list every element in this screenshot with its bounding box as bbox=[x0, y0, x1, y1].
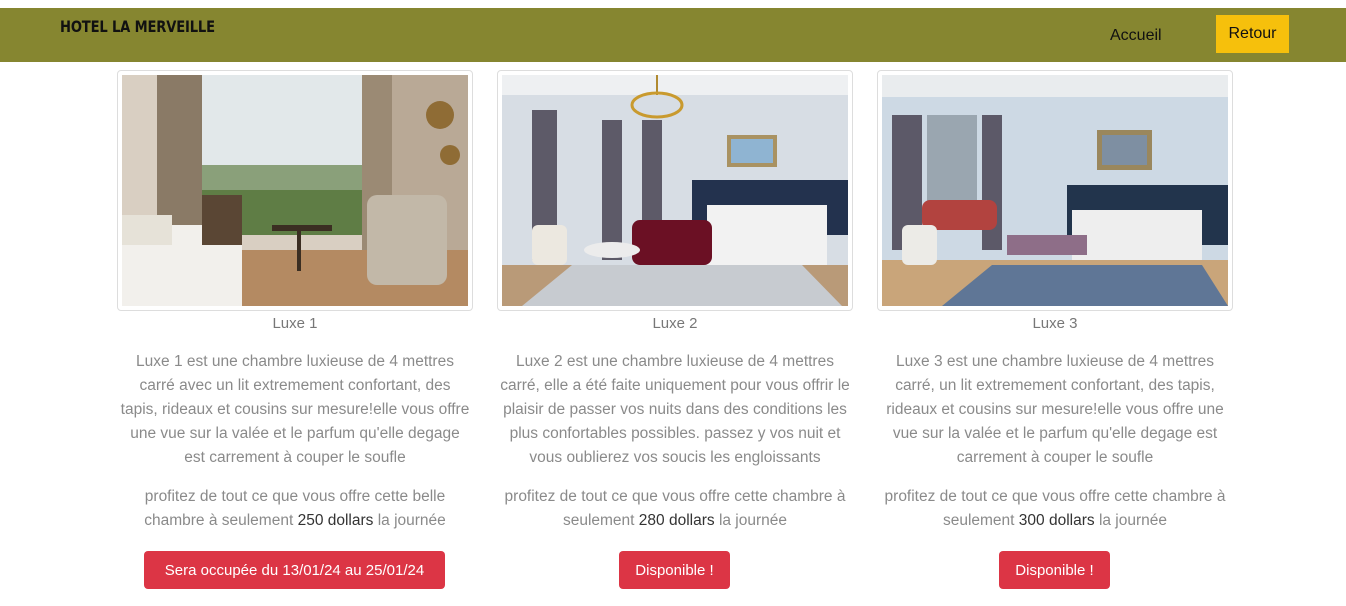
room-description: Luxe 3 est une chambre luxieuse de 4 met… bbox=[886, 353, 1224, 466]
room-price: 250 dollars bbox=[297, 512, 374, 529]
back-button[interactable]: Retour bbox=[1216, 15, 1289, 53]
room-photo-luxe-3 bbox=[882, 75, 1228, 306]
room-photo-luxe-1 bbox=[122, 75, 468, 306]
nav-link-accueil[interactable]: Accueil bbox=[1110, 27, 1162, 45]
room-description: Luxe 1 est une chambre luxieuse de 4 met… bbox=[120, 353, 470, 466]
room-description: Luxe 2 est une chambre luxieuse de 4 met… bbox=[500, 353, 850, 466]
room-offer: profitez de tout ce que vous offre cette… bbox=[877, 485, 1233, 533]
room-status-button-luxe-1[interactable]: Sera occupée du 13/01/24 au 25/01/24 bbox=[144, 551, 445, 589]
navbar: HOTEL LA MERVEILLE Accueil Retour bbox=[0, 8, 1346, 62]
room-title: Luxe 2 bbox=[652, 315, 698, 332]
offer-suffix: la journée bbox=[1098, 512, 1168, 529]
room-image-frame bbox=[497, 70, 853, 311]
offer-suffix: la journée bbox=[377, 512, 446, 529]
room-offer: profitez de tout ce que vous offre cette… bbox=[117, 485, 473, 533]
room-card-luxe-2: Luxe 2 Luxe 2 est une chambre luxieuse d… bbox=[497, 70, 853, 533]
offer-suffix: la journée bbox=[718, 512, 788, 529]
room-offer: profitez de tout ce que vous offre cette… bbox=[497, 485, 853, 533]
room-card-luxe-1: Luxe 1 Luxe 1 est une chambre luxieuse d… bbox=[117, 70, 473, 533]
room-image-frame bbox=[877, 70, 1233, 311]
room-title: Luxe 1 bbox=[272, 315, 318, 332]
room-card-luxe-3: Luxe 3 Luxe 3 est une chambre luxieuse d… bbox=[877, 70, 1233, 533]
room-title: Luxe 3 bbox=[1032, 315, 1078, 332]
room-price: 280 dollars bbox=[638, 512, 715, 529]
brand-logo[interactable]: HOTEL LA MERVEILLE bbox=[60, 17, 215, 36]
room-price: 300 dollars bbox=[1018, 512, 1095, 529]
room-photo-luxe-2 bbox=[502, 75, 848, 306]
room-status-button-luxe-2[interactable]: Disponible ! bbox=[619, 551, 730, 589]
room-image-frame bbox=[117, 70, 473, 311]
room-status-button-luxe-3[interactable]: Disponible ! bbox=[999, 551, 1110, 589]
